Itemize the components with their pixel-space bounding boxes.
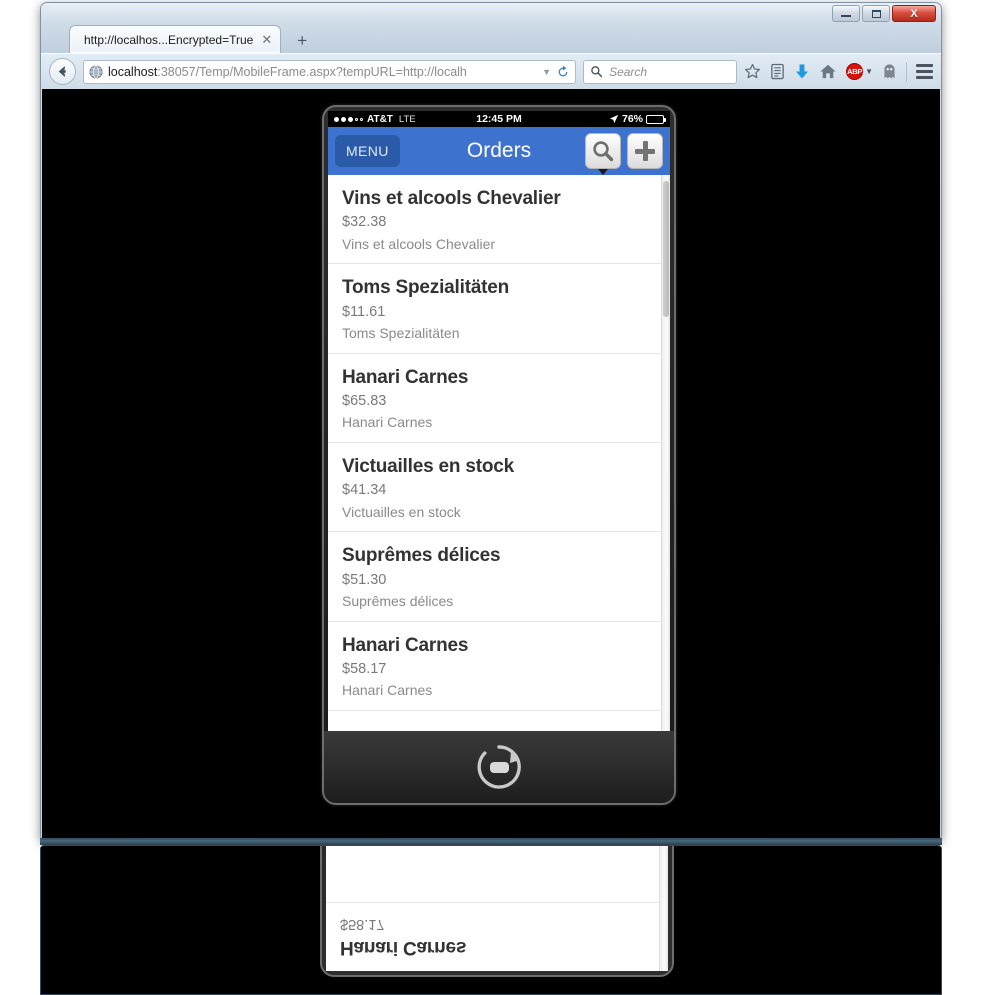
screen-root: X http://localhos...Encrypted=True ✕ + l… [0,0,1000,995]
search-bar[interactable]: Search [583,59,738,84]
minimize-button[interactable] [832,5,860,22]
maximize-button[interactable] [862,5,890,22]
device-status-bar: AT&T LTE 12:45 PM 76% [328,111,670,127]
list-item[interactable]: Hanari Carnes $58.17 Hanari Carnes [328,622,661,712]
order-price: $41.34 [342,482,387,499]
order-name: Victuailles en stock [342,456,515,478]
order-subtitle: Victuailles en stock [342,503,461,520]
battery-percent-label: 76% [621,113,643,125]
reflected-order-list: Hanari Carnes $58.17 [326,846,668,971]
order-name: Vins et alcools Chevalier [342,188,561,209]
list-item: Hanari Carnes $58.17 [326,902,659,971]
url-bar[interactable]: localhost:38057/Temp/MobileFrame.aspx?te… [83,59,577,84]
toolbar-divider [906,61,907,82]
search-icon [593,141,614,162]
url-text: localhost:38057/Temp/MobileFrame.aspx?te… [108,65,537,79]
order-price: $32.38 [342,214,387,231]
viewport-scrollbar [659,846,668,971]
mobile-device-frame: AT&T LTE 12:45 PM 76% MENU Orders Vins e… [322,105,676,805]
order-price: $58.17 [340,915,385,932]
adblock-plus-icon[interactable]: ABP ▼ [846,63,873,80]
device-footer [324,731,674,803]
search-button[interactable] [585,133,621,175]
order-subtitle: Suprêmes délices [342,593,454,609]
tab-strip: http://localhos...Encrypted=True ✕ + [41,23,941,53]
ghostery-icon[interactable] [882,63,897,80]
scrollbar-thumb[interactable] [663,181,669,317]
chevron-down-icon[interactable]: ▼ [865,67,873,76]
globe-icon [89,64,103,79]
order-name: Toms Spezialitäten [342,277,510,299]
home-icon[interactable] [819,63,837,80]
back-arrow-icon [58,66,66,77]
url-dropdown-icon[interactable]: ▼ [542,67,551,77]
new-tab-button[interactable]: + [291,32,313,49]
hamburger-menu-icon[interactable] [916,64,933,79]
order-name: Hanari Carnes [342,366,469,388]
window-edge-seam [40,838,942,845]
order-price: $65.83 [342,392,387,409]
status-bar-right: 76% [609,113,666,125]
page-content: AT&T LTE 12:45 PM 76% MENU Orders Vins e… [42,89,940,838]
search-input-placeholder: Search [609,64,648,79]
list-item[interactable]: Vins et alcools Chevalier $32.38 Vins et… [328,175,661,265]
reader-list-icon[interactable] [770,63,785,80]
window-controls: X [832,5,936,22]
nav-action-group [585,133,663,175]
order-subtitle: Vins et alcools Chevalier [342,235,496,252]
search-icon [591,66,603,78]
minimize-icon [841,15,851,17]
menu-button[interactable]: MENU [335,135,400,167]
viewport-scrollbar[interactable] [661,175,670,731]
order-price: $11.61 [342,303,386,320]
order-price: $51.30 [342,571,387,588]
bookmark-star-icon[interactable] [744,63,761,80]
download-icon[interactable] [794,63,810,80]
reload-icon[interactable] [556,65,570,79]
order-name: Suprêmes délices [342,545,501,567]
reflected-device-frame: Hanari Carnes $58.17 [320,846,674,977]
url-host: localhost [108,64,158,79]
tab-close-icon[interactable]: ✕ [261,33,272,46]
rotate-device-icon[interactable] [473,741,525,793]
window-titlebar: X [41,3,941,23]
order-subtitle: Hanari Carnes [342,682,433,699]
maximize-icon [871,9,881,18]
browser-toolbar: localhost:38057/Temp/MobileFrame.aspx?te… [41,53,941,89]
browser-tab[interactable]: http://localhos...Encrypted=True ✕ [69,25,282,53]
battery-icon [646,114,666,124]
close-button[interactable]: X [892,5,936,22]
order-name: Hanari Carnes [342,634,469,656]
browser-window: X http://localhos...Encrypted=True ✕ + l… [40,2,942,840]
order-subtitle: Hanari Carnes [342,414,433,431]
order-list-viewport: Vins et alcools Chevalier $32.38 Vins et… [328,175,670,731]
order-list: Vins et alcools Chevalier $32.38 Vins et… [328,175,661,731]
order-price: $58.17 [342,660,387,677]
list-item[interactable]: Suprêmes délices $51.30 Suprêmes délices [328,532,661,622]
toolbar-icon-group: ABP ▼ [744,61,933,82]
add-order-button[interactable] [627,133,663,169]
mirrored-window-reflection: Hanari Carnes $58.17 [40,845,942,995]
url-path: :38057/Temp/MobileFrame.aspx?tempURL=htt… [157,64,467,79]
location-arrow-icon [609,114,619,124]
app-nav-bar: MENU Orders [328,127,670,175]
tab-title: http://localhos...Encrypted=True [84,32,254,47]
back-button[interactable] [49,58,76,85]
order-subtitle: Toms Spezialitäten [342,324,460,341]
list-item[interactable]: Hanari Carnes $65.83 Hanari Carnes [328,354,661,444]
list-item[interactable]: Toms Spezialitäten $11.61 Toms Spezialit… [328,264,661,354]
list-item[interactable]: Victuailles en stock $41.34 Victuailles … [328,443,661,533]
adblock-plus-badge: ABP [846,63,864,80]
order-name: Hanari Carnes [340,937,467,958]
reflection-inner: Hanari Carnes $58.17 [41,846,941,994]
close-icon: X [910,7,918,20]
